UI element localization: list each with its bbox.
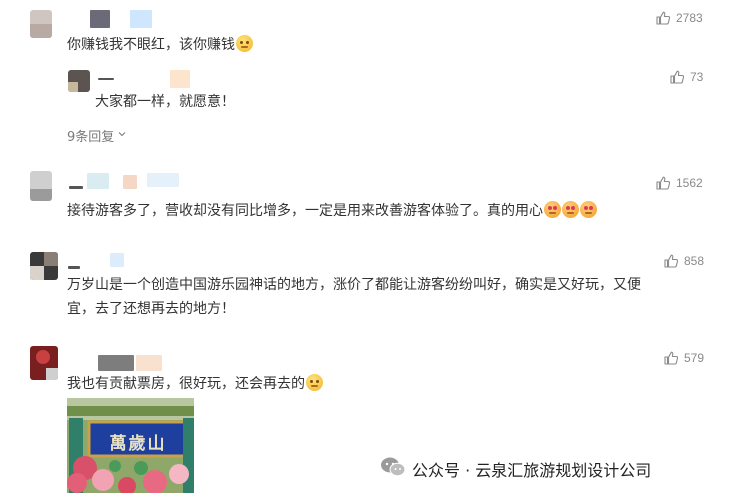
emoji-icon (562, 201, 579, 218)
username[interactable] (93, 70, 203, 88)
username[interactable] (55, 10, 155, 28)
emoji-icon (236, 35, 253, 52)
username[interactable] (55, 173, 195, 191)
wechat-icon (380, 456, 406, 482)
like-count: 1562 (676, 176, 703, 190)
username[interactable] (62, 253, 142, 271)
like-count: 579 (684, 351, 705, 365)
thumbs-up-icon (656, 11, 670, 25)
emoji-icon (544, 201, 561, 218)
chevron-down-icon (117, 128, 127, 143)
like-button[interactable]: 2783 (656, 11, 703, 25)
avatar[interactable] (30, 252, 58, 280)
comment-photo[interactable]: 萬歲山 (67, 398, 194, 493)
photo-sign-text: 萬歲山 (109, 434, 167, 454)
comment-text: 你赚钱我不眼红，该你赚钱 (67, 32, 253, 58)
avatar[interactable] (30, 346, 58, 380)
like-count: 73 (690, 70, 704, 84)
avatar[interactable] (30, 10, 52, 38)
thumbs-up-icon (664, 351, 678, 365)
like-button[interactable]: 579 (664, 351, 704, 365)
comment-text-line-2: 宜，去了还想再去的地方！ (67, 301, 235, 317)
watermark: 公众号 · 云泉汇旅游规划设计公司 (380, 456, 651, 482)
reply-text: 大家都一样，就愿意！ (95, 94, 235, 110)
avatar[interactable] (30, 171, 52, 201)
comment-text-line-1: 万岁山是一个创造中国游乐园神话的地方，涨价了都能让游客纷纷叫好，确实是又好玩，又… (67, 277, 641, 293)
avatar[interactable] (68, 70, 90, 92)
emoji-icon (580, 201, 597, 218)
like-button[interactable]: 1562 (656, 176, 703, 190)
thumbs-up-icon (656, 176, 670, 190)
like-button[interactable]: 73 (670, 70, 703, 84)
comment-text: 接待游客多了，营收却没有同比增多，一定是用来改善游客体验了。真的用心 (67, 198, 597, 224)
comment-text: 我也有贡献票房，很好玩，还会再去的 (67, 371, 323, 397)
like-count: 858 (684, 254, 705, 268)
view-replies-link[interactable]: 9条回复 (67, 126, 127, 145)
thumbs-up-icon (664, 254, 678, 268)
watermark-text: 公众号 · 云泉汇旅游规划设计公司 (412, 461, 652, 480)
emoji-icon (306, 374, 323, 391)
like-count: 2783 (676, 11, 703, 25)
like-button[interactable]: 858 (664, 254, 704, 268)
thumbs-up-icon (670, 70, 684, 84)
